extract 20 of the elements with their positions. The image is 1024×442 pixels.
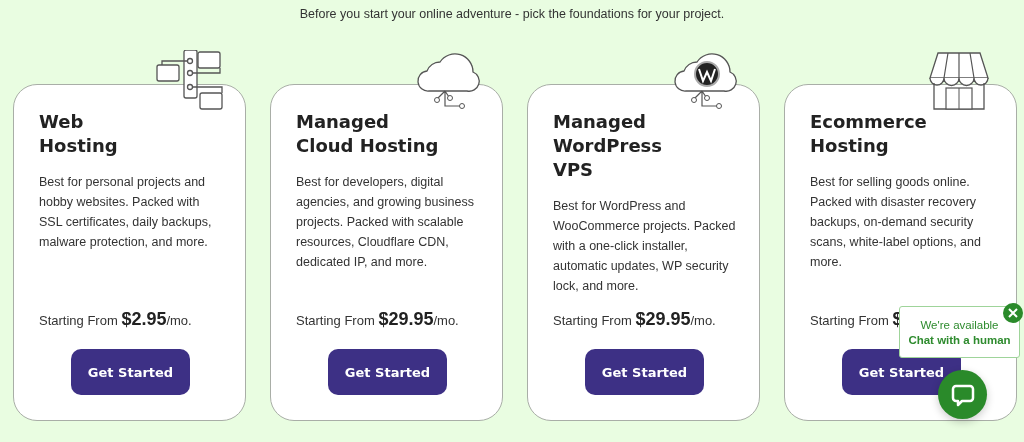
plan-price: Starting From $29.95/mo.	[296, 309, 459, 330]
plan-title: Managed Cloud Hosting	[296, 110, 440, 158]
plan-title: Web Hosting	[39, 110, 119, 158]
close-button[interactable]	[1003, 303, 1023, 323]
plan-description: Best for WordPress and WooCommerce projects. Packed with a one-click installer, automatic updates, WP security lock, and more.	[553, 198, 737, 295]
plan-price: Starting From $2.95/mo.	[39, 309, 192, 330]
plan-description: Best for personal projects and hobby websites. Packed with SSL certificates, daily backups, malware protection, and more.	[39, 174, 213, 251]
plan-price: Starting From $29.95/mo.	[553, 309, 716, 330]
get-started-button[interactable]: Get Started	[585, 349, 704, 395]
plan-description: Best for selling goods online. Packed with disaster recovery backups, on-demand security scans, white-label options, and more.	[810, 174, 982, 271]
get-started-button[interactable]: Get Started	[328, 349, 447, 395]
chat-status: We're available	[920, 318, 999, 331]
chat-icon	[950, 382, 975, 407]
plan-title: Managed WordPress VPS	[553, 110, 664, 182]
chat-prompt-link[interactable]: Chat with a human	[908, 333, 1011, 346]
get-started-button[interactable]: Get Started	[71, 349, 190, 395]
close-icon	[1008, 308, 1018, 318]
plan-description: Best for developers, digital agencies, and growing business projects. Packed with scalable resources, Cloudflare CDN, dedicated IP, and more.	[296, 174, 475, 271]
intro-text: Before you start your online adventure - pick the foundations for your project.	[298, 6, 726, 21]
plan-title: Ecommerce Hosting	[810, 110, 928, 158]
